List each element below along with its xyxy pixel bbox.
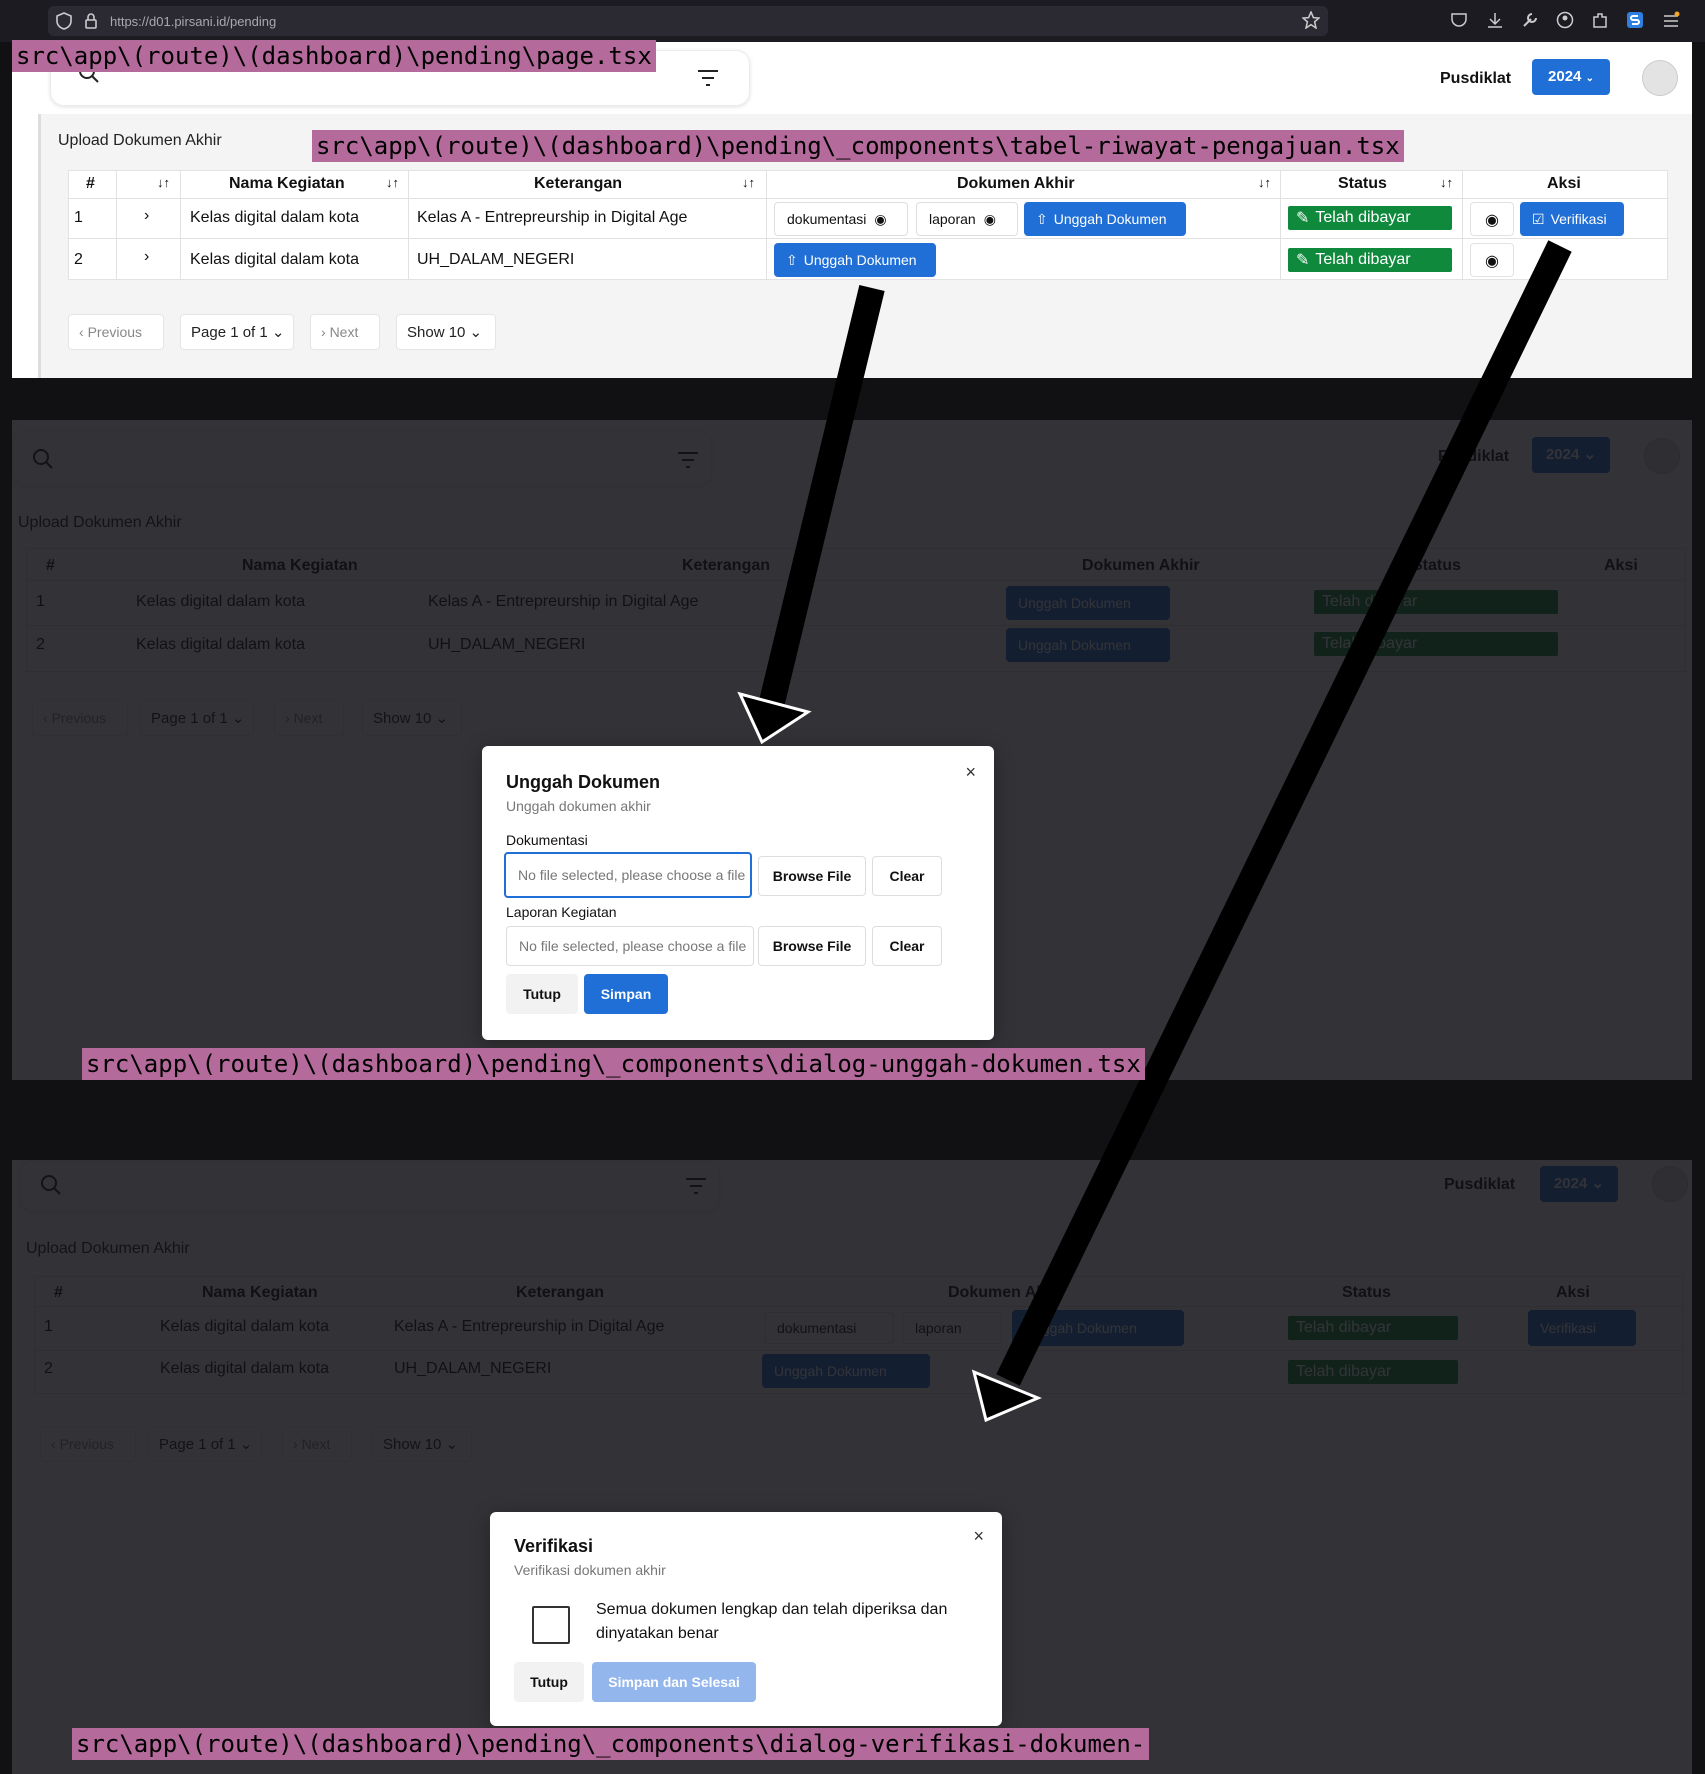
star-icon[interactable] <box>1302 11 1320 29</box>
file-label-dialog-verifikasi: src\app\(route)\(dashboard)\pending\_com… <box>72 1728 1150 1760</box>
dialog-title: Unggah Dokumen <box>506 772 661 792</box>
lock-icon <box>85 13 97 29</box>
upload-dialog-panel: Pusdiklat 2024 ⌄ Upload Dokumen Akhir # … <box>12 420 1692 1080</box>
col-nama-kegiatan[interactable]: Nama Kegiatan <box>229 175 345 193</box>
save-finish-button[interactable]: Simpan dan Selesai <box>592 1662 756 1702</box>
shield-icon <box>56 12 72 30</box>
status-badge: ✎ Telah dibayar <box>1288 206 1452 230</box>
extensions-icon[interactable] <box>1591 11 1609 29</box>
file-label-page: src\app\(route)\(dashboard)\pending\page… <box>12 40 656 72</box>
col-dokumen-akhir[interactable]: Dokumen Akhir <box>957 175 1075 193</box>
dialog-subtitle: Verifikasi dokumen akhir <box>514 1562 666 1578</box>
dialog-title: Verifikasi <box>514 1536 594 1556</box>
sort-icon[interactable]: ↓↑ <box>742 175 755 190</box>
org-name: Pusdiklat <box>1440 70 1512 87</box>
browse-file-button[interactable]: Browse File <box>758 926 866 966</box>
verify-button[interactable]: ☑ Verifikasi <box>1520 202 1624 236</box>
dokumentasi-file-input[interactable]: No file selected, please choose a file <box>504 852 752 898</box>
next-button[interactable]: › Next <box>310 314 380 350</box>
upload-document-dialog: Unggah Dokumen Unggah dokumen akhir × Do… <box>482 746 994 1040</box>
laporan-file-input[interactable]: No file selected, please choose a file <box>506 926 754 966</box>
pocket-icon[interactable] <box>1450 11 1468 29</box>
col-status[interactable]: Status <box>1338 175 1387 193</box>
eye-icon: ◉ <box>983 210 996 227</box>
browser-toolbar: https://d01.pirsani.id/pending <box>0 0 1705 42</box>
col-number: # <box>86 175 95 192</box>
filter-icon[interactable] <box>697 69 719 87</box>
wrench-icon[interactable] <box>1521 11 1539 29</box>
upload-icon: ⇧ <box>786 251 798 268</box>
account-icon[interactable] <box>1556 11 1574 29</box>
page-size-select[interactable]: Show 10 ⌄ <box>396 314 496 350</box>
laporan-kegiatan-label: Laporan Kegiatan <box>506 904 617 920</box>
clear-button[interactable]: Clear <box>872 856 942 896</box>
upload-document-button[interactable]: ⇧ Unggah Dokumen <box>1024 202 1186 236</box>
previous-button[interactable]: ‹ Previous <box>68 314 164 350</box>
row-number: 1 <box>74 209 83 226</box>
sidebar-divider <box>38 114 41 378</box>
col-keterangan[interactable]: Keterangan <box>534 175 622 193</box>
upload-document-button[interactable]: ⇧ Unggah Dokumen <box>774 243 936 277</box>
expand-chevron-icon[interactable]: › <box>144 248 149 266</box>
close-button[interactable]: Tutup <box>514 1662 584 1702</box>
sort-icon[interactable]: ↓↑ <box>1440 175 1453 190</box>
file-label-dialog-unggah: src\app\(route)\(dashboard)\pending\_com… <box>82 1048 1145 1080</box>
view-dokumentasi-button[interactable]: dokumentasi ◉ <box>774 202 908 236</box>
eye-icon: ◉ <box>1485 212 1499 229</box>
extension-s-icon[interactable] <box>1626 10 1644 30</box>
dialog-subtitle: Unggah dokumen akhir <box>506 798 651 814</box>
col-aksi: Aksi <box>1547 175 1581 192</box>
save-button[interactable]: Simpan <box>584 974 668 1014</box>
confirm-statement: Semua dokumen lengkap dan telah diperiks… <box>596 1601 948 1642</box>
view-laporan-button[interactable]: laporan ◉ <box>916 202 1018 236</box>
cell-nama: Kelas digital dalam kota <box>190 209 359 226</box>
eye-icon: ◉ <box>1485 253 1499 270</box>
download-icon[interactable] <box>1486 11 1504 29</box>
pending-page-panel: Pusdiklat 2024 ⌄ Upload Dokumen Akhir # … <box>12 42 1692 378</box>
url-text: https://d01.pirsani.id/pending <box>110 14 277 29</box>
cell-keterangan: Kelas A - Entrepreurship in Digital Age <box>417 209 688 226</box>
file-label-table: src\app\(route)\(dashboard)\pending\_com… <box>312 130 1404 162</box>
eye-icon: ◉ <box>874 210 887 227</box>
sort-icon[interactable]: ↓↑ <box>1258 175 1271 190</box>
sort-icon[interactable]: ↓↑ <box>386 175 399 190</box>
close-button[interactable]: Tutup <box>506 974 578 1014</box>
confirm-checkbox[interactable] <box>532 1606 570 1644</box>
view-detail-button[interactable]: ◉ <box>1470 243 1514 277</box>
avatar[interactable] <box>1642 60 1678 96</box>
page-select[interactable]: Page 1 of 1 ⌄ <box>180 314 294 350</box>
clear-button[interactable]: Clear <box>872 926 942 966</box>
close-icon[interactable]: × <box>973 1526 984 1547</box>
status-badge: ✎ Telah dibayar <box>1288 248 1452 272</box>
browse-file-button[interactable]: Browse File <box>758 856 866 896</box>
cell-nama: Kelas digital dalam kota <box>190 251 359 268</box>
upload-icon: ⇧ <box>1036 210 1048 227</box>
year-select[interactable]: 2024 ⌄ <box>1532 59 1610 95</box>
cell-keterangan: UH_DALAM_NEGERI <box>417 251 575 268</box>
verify-document-dialog: Verifikasi Verifikasi dokumen akhir × Se… <box>490 1512 1002 1726</box>
section-title: Upload Dokumen Akhir <box>58 132 222 149</box>
row-number: 2 <box>74 251 83 268</box>
paid-icon: ✎ <box>1296 210 1310 227</box>
paid-icon: ✎ <box>1296 252 1310 269</box>
view-detail-button[interactable]: ◉ <box>1470 202 1514 236</box>
menu-icon[interactable] <box>1662 11 1680 29</box>
sort-icon[interactable]: ↓↑ <box>157 175 170 190</box>
close-icon[interactable]: × <box>965 762 976 783</box>
expand-chevron-icon[interactable]: › <box>144 207 149 225</box>
verify-dialog-panel: Pusdiklat 2024 ⌄ Upload Dokumen Akhir # … <box>12 1160 1692 1774</box>
dokumentasi-label: Dokumentasi <box>506 832 588 848</box>
checklist-icon: ☑ <box>1532 210 1545 227</box>
